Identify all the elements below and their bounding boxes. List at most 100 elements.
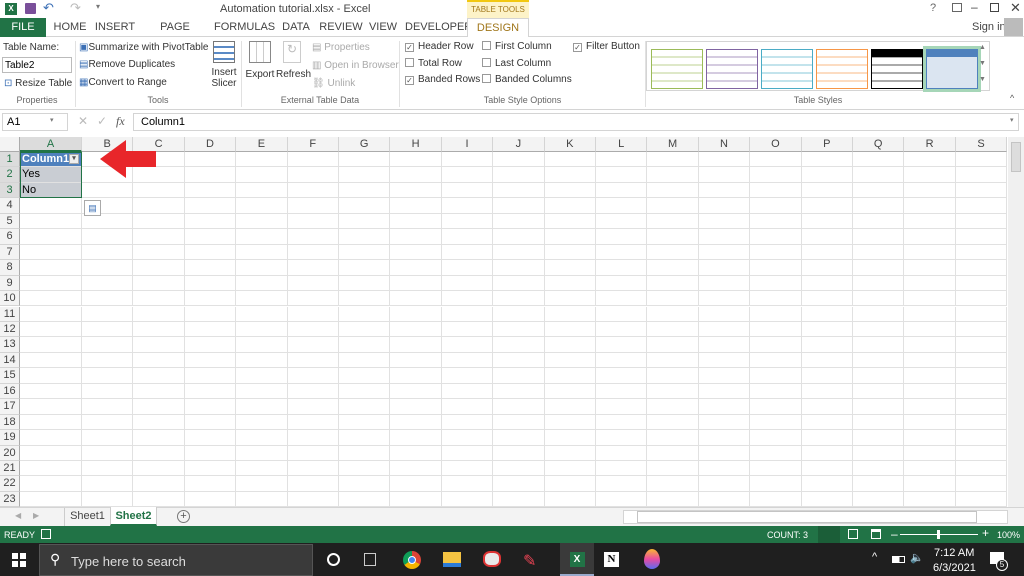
- tab-view[interactable]: VIEW: [367, 18, 399, 37]
- cell-S22[interactable]: [955, 476, 1008, 492]
- cell-J9[interactable]: [493, 275, 545, 292]
- cell-D7[interactable]: [184, 244, 237, 261]
- cell-B23[interactable]: [82, 491, 134, 508]
- cell-I19[interactable]: [441, 430, 494, 446]
- cell-J18[interactable]: [493, 414, 545, 431]
- cell-S1[interactable]: [955, 152, 1008, 168]
- cell-R11[interactable]: [904, 306, 956, 322]
- cell-E5[interactable]: [236, 213, 288, 230]
- cell-O12[interactable]: [750, 321, 802, 338]
- cell-I1[interactable]: [441, 152, 494, 168]
- cell-O8[interactable]: [750, 260, 802, 276]
- open-in-browser-button[interactable]: ▥ Open in Browser: [312, 60, 399, 71]
- cell-H8[interactable]: [390, 260, 442, 276]
- cell-I16[interactable]: [441, 383, 494, 400]
- cell-S23[interactable]: [955, 491, 1008, 508]
- cell-L8[interactable]: [596, 260, 648, 276]
- macro-record-icon[interactable]: [41, 529, 51, 539]
- cell-Q3[interactable]: [853, 182, 905, 199]
- cell-P3[interactable]: [801, 182, 853, 199]
- cell-F6[interactable]: [287, 229, 339, 245]
- cell-E20[interactable]: [236, 445, 288, 461]
- cell-E19[interactable]: [236, 430, 288, 446]
- cell-N22[interactable]: [698, 476, 751, 492]
- cell-Q12[interactable]: [853, 321, 905, 338]
- cell-N15[interactable]: [698, 368, 751, 384]
- cell-N2[interactable]: [698, 167, 751, 183]
- cell-L2[interactable]: [596, 167, 648, 183]
- zoom-out-button[interactable]: –: [891, 527, 898, 541]
- cell-F3[interactable]: [287, 182, 339, 199]
- cell-R23[interactable]: [904, 491, 956, 508]
- cell-O22[interactable]: [750, 476, 802, 492]
- notion-icon[interactable]: N: [604, 552, 619, 567]
- scroll-thumb[interactable]: [1011, 142, 1021, 172]
- cortana-icon[interactable]: [327, 553, 340, 566]
- cell-P15[interactable]: [801, 368, 853, 384]
- gallery-scroll-up[interactable]: ▲: [979, 44, 986, 51]
- cell-M19[interactable]: [647, 430, 699, 446]
- cell-R8[interactable]: [904, 260, 956, 276]
- cell-L13[interactable]: [596, 337, 648, 353]
- cell-H3[interactable]: [390, 182, 442, 199]
- cell-H22[interactable]: [390, 476, 442, 492]
- snipping-tool-icon[interactable]: [483, 551, 501, 567]
- cell-K19[interactable]: [544, 430, 596, 446]
- cell-B3[interactable]: [82, 182, 134, 199]
- cell-E14[interactable]: [236, 352, 288, 369]
- cell-D21[interactable]: [184, 461, 237, 477]
- cell-L11[interactable]: [596, 306, 648, 322]
- cell-H6[interactable]: [390, 229, 442, 245]
- cell-H2[interactable]: [390, 167, 442, 183]
- cell-B17[interactable]: [82, 399, 134, 415]
- cell-S18[interactable]: [955, 414, 1008, 431]
- remove-duplicates-button[interactable]: ▤Remove Duplicates: [79, 59, 175, 70]
- insert-function-button[interactable]: fx: [116, 114, 125, 129]
- chrome-icon[interactable]: [403, 551, 421, 569]
- cell-J11[interactable]: [493, 306, 545, 322]
- cell-H12[interactable]: [390, 321, 442, 338]
- tab-data[interactable]: DATA: [279, 18, 313, 37]
- cell-K5[interactable]: [544, 213, 596, 230]
- expand-formula-icon[interactable]: ▾: [1010, 116, 1014, 124]
- cell-S8[interactable]: [955, 260, 1008, 276]
- cell-Q14[interactable]: [853, 352, 905, 369]
- cell-K2[interactable]: [544, 167, 596, 183]
- cell-E17[interactable]: [236, 399, 288, 415]
- cell-P13[interactable]: [801, 337, 853, 353]
- cell-J15[interactable]: [493, 368, 545, 384]
- cell-P2[interactable]: [801, 167, 853, 183]
- cell-H5[interactable]: [390, 213, 442, 230]
- cell-F17[interactable]: [287, 399, 339, 415]
- cell-B19[interactable]: [82, 430, 134, 446]
- cell-O10[interactable]: [750, 291, 802, 307]
- cell-Q9[interactable]: [853, 275, 905, 292]
- cell-S5[interactable]: [955, 213, 1008, 230]
- column-header-L[interactable]: L: [596, 137, 648, 152]
- cell-H15[interactable]: [390, 368, 442, 384]
- prev-sheet-icon[interactable]: ◀: [15, 511, 21, 520]
- zoom-level[interactable]: 100%: [997, 530, 1020, 540]
- cell-I14[interactable]: [441, 352, 494, 369]
- cell-H10[interactable]: [390, 291, 442, 307]
- cell-Q20[interactable]: [853, 445, 905, 461]
- cell-A10[interactable]: [20, 291, 82, 307]
- unlink-button[interactable]: ⛓ Unlink: [312, 78, 355, 89]
- row-header-12[interactable]: 12: [0, 321, 20, 338]
- column-header-D[interactable]: D: [184, 137, 237, 152]
- cell-F10[interactable]: [287, 291, 339, 307]
- collapse-ribbon-icon[interactable]: ^: [1010, 93, 1014, 103]
- user-avatar[interactable]: [1004, 18, 1023, 36]
- cell-L5[interactable]: [596, 213, 648, 230]
- row-header-23[interactable]: 23: [0, 491, 20, 508]
- cell-C14[interactable]: [133, 352, 185, 369]
- cell-Q16[interactable]: [853, 383, 905, 400]
- table-style-swatch[interactable]: [923, 46, 981, 92]
- help-button[interactable]: ?: [930, 2, 936, 14]
- cell-F13[interactable]: [287, 337, 339, 353]
- cell-O5[interactable]: [750, 213, 802, 230]
- cell-R6[interactable]: [904, 229, 956, 245]
- cell-M22[interactable]: [647, 476, 699, 492]
- cell-Q22[interactable]: [853, 476, 905, 492]
- cell-M4[interactable]: [647, 198, 699, 214]
